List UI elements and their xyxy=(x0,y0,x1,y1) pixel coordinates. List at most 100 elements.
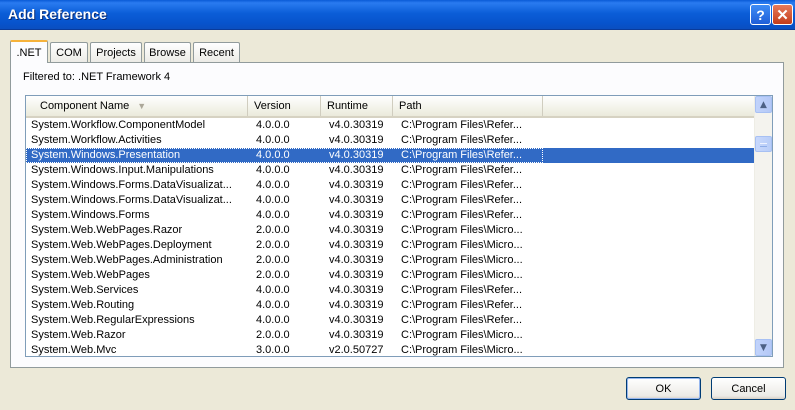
scroll-up-button[interactable]: ▲ xyxy=(755,96,772,113)
column-header-runtime[interactable]: Runtime xyxy=(321,96,393,116)
path-cell: C:\Program Files\Micro... xyxy=(401,344,523,356)
version-cell: 2.0.0.0 xyxy=(256,329,290,341)
runtime-cell: v4.0.30319 xyxy=(329,119,384,131)
chevron-down-icon: ▼ xyxy=(760,342,767,353)
ok-button[interactable]: OK xyxy=(626,377,701,400)
component-name-cell: System.Web.Mvc xyxy=(31,344,117,356)
tab-recent[interactable]: Recent xyxy=(193,42,240,62)
list-item[interactable]: System.Windows.Presentation 4.0.0.0 v4.0.3… xyxy=(26,148,756,163)
tab-panel-dotnet: Filtered to: .NET Framework 4 Component … xyxy=(10,62,784,368)
path-cell: C:\Program Files\Refer... xyxy=(401,164,523,176)
component-name-cell: System.Web.WebPages xyxy=(31,269,150,281)
list-item[interactable]: System.Web.WebPages.Administration 2.0.0.… xyxy=(26,253,756,268)
scroll-down-button[interactable]: ▼ xyxy=(755,339,772,356)
component-name-cell: System.Web.Services xyxy=(31,284,139,296)
component-name-cell: System.Web.RegularExpressions xyxy=(31,314,195,326)
component-name-cell: System.Windows.Forms.DataVisualizat... xyxy=(31,194,232,206)
version-cell: 4.0.0.0 xyxy=(256,284,290,296)
column-header-path[interactable]: Path xyxy=(393,96,543,116)
path-cell: C:\Program Files\Refer... xyxy=(401,119,523,131)
sort-descending-icon: ▼ xyxy=(137,101,147,111)
list-item[interactable]: System.Windows.Input.Manipulations 4.0.0.… xyxy=(26,163,756,178)
component-name-cell: System.Windows.Forms.DataVisualizat... xyxy=(31,179,232,191)
dialog-title: Add Reference xyxy=(8,6,107,22)
path-cell: C:\Program Files\Micro... xyxy=(401,269,523,281)
tab-com[interactable]: COM xyxy=(50,42,88,62)
component-name-cell: System.Workflow.Activities xyxy=(31,134,162,146)
component-name-cell: System.Web.Razor xyxy=(31,329,126,341)
help-button[interactable]: ? xyxy=(750,4,771,25)
path-cell: C:\Program Files\Micro... xyxy=(401,224,523,236)
runtime-cell: v4.0.30319 xyxy=(329,164,384,176)
runtime-cell: v4.0.30319 xyxy=(329,134,384,146)
scroll-thumb[interactable] xyxy=(755,136,772,152)
path-cell: C:\Program Files\Refer... xyxy=(401,179,523,191)
version-cell: 4.0.0.0 xyxy=(256,149,290,161)
tab-projects[interactable]: Projects xyxy=(90,42,142,62)
runtime-cell: v2.0.50727 xyxy=(329,344,384,356)
path-cell: C:\Program Files\Micro... xyxy=(401,254,523,266)
runtime-cell: v4.0.30319 xyxy=(329,224,384,236)
runtime-cell: v4.0.30319 xyxy=(329,254,384,266)
list-item[interactable]: System.Web.RegularExpressions 4.0.0.0 v4.0… xyxy=(26,313,756,328)
runtime-cell: v4.0.30319 xyxy=(329,194,384,206)
list-item[interactable]: System.Windows.Forms 4.0.0.0 v4.0.30319 C:\… xyxy=(26,208,756,223)
path-cell: C:\Program Files\Refer... xyxy=(401,149,523,161)
component-name-cell: System.Workflow.ComponentModel xyxy=(31,119,206,131)
path-cell: C:\Program Files\Refer... xyxy=(401,209,523,221)
runtime-cell: v4.0.30319 xyxy=(329,299,384,311)
runtime-cell: v4.0.30319 xyxy=(329,329,384,341)
list-item[interactable]: System.Windows.Forms.DataVisualizat... 4.… xyxy=(26,178,756,193)
runtime-cell: v4.0.30319 xyxy=(329,239,384,251)
list-item[interactable]: System.Web.WebPages.Razor 2.0.0.0 v4.0.303… xyxy=(26,223,756,238)
version-cell: 4.0.0.0 xyxy=(256,314,290,326)
component-name-cell: System.Windows.Forms xyxy=(31,209,150,221)
list-item[interactable]: System.Web.WebPages.Deployment 2.0.0.0 v4.… xyxy=(26,238,756,253)
list-item[interactable]: System.Web.Routing 4.0.0.0 v4.0.30319 C:\Pr… xyxy=(26,298,756,313)
path-cell: C:\Program Files\Micro... xyxy=(401,239,523,251)
component-name-cell: System.Web.WebPages.Razor xyxy=(31,224,183,236)
cancel-button[interactable]: Cancel xyxy=(711,377,786,400)
path-cell: C:\Program Files\Refer... xyxy=(401,284,523,296)
list-item[interactable]: System.Web.WebPages 2.0.0.0 v4.0.30319 C:\P… xyxy=(26,268,756,283)
version-cell: 4.0.0.0 xyxy=(256,209,290,221)
path-cell: C:\Program Files\Refer... xyxy=(401,194,523,206)
runtime-cell: v4.0.30319 xyxy=(329,179,384,191)
title-bar[interactable]: Add Reference ? ✕ xyxy=(0,0,795,30)
column-header-component-name[interactable]: Component Name ▼ xyxy=(26,96,248,116)
tab-dotnet[interactable]: .NET xyxy=(10,40,48,63)
list-rows: System.Workflow.ComponentModel 4.0.0.0 v4.… xyxy=(26,118,756,356)
list-item[interactable]: System.Workflow.Activities 4.0.0.0 v4.0.30… xyxy=(26,133,756,148)
vertical-scrollbar[interactable]: ▲ ▼ xyxy=(754,96,772,356)
version-cell: 4.0.0.0 xyxy=(256,179,290,191)
filter-label: Filtered to: .NET Framework 4 xyxy=(23,71,171,83)
close-icon: ✕ xyxy=(776,6,789,24)
version-cell: 2.0.0.0 xyxy=(256,224,290,236)
close-button[interactable]: ✕ xyxy=(772,4,793,25)
list-item[interactable]: System.Workflow.ComponentModel 4.0.0.0 v4.… xyxy=(26,118,756,133)
runtime-cell: v4.0.30319 xyxy=(329,209,384,221)
component-list[interactable]: Component Name ▼ Version Runtime Path Sys… xyxy=(25,95,773,357)
component-name-cell: System.Web.Routing xyxy=(31,299,135,311)
list-item[interactable]: System.Web.Razor 2.0.0.0 v4.0.30319 C:\Prog… xyxy=(26,328,756,343)
version-cell: 4.0.0.0 xyxy=(256,134,290,146)
version-cell: 4.0.0.0 xyxy=(256,299,290,311)
path-cell: C:\Program Files\Refer... xyxy=(401,314,523,326)
column-header-version[interactable]: Version xyxy=(248,96,321,116)
version-cell: 2.0.0.0 xyxy=(256,254,290,266)
runtime-cell: v4.0.30319 xyxy=(329,314,384,326)
path-cell: C:\Program Files\Refer... xyxy=(401,299,523,311)
version-cell: 4.0.0.0 xyxy=(256,119,290,131)
column-header-label: Component Name xyxy=(40,100,130,112)
version-cell: 4.0.0.0 xyxy=(256,164,290,176)
list-item[interactable]: System.Windows.Forms.DataVisualizat... 4.… xyxy=(26,193,756,208)
tab-browse[interactable]: Browse xyxy=(144,42,191,62)
path-cell: C:\Program Files\Refer... xyxy=(401,134,523,146)
version-cell: 3.0.0.0 xyxy=(256,344,290,356)
chevron-up-icon: ▲ xyxy=(760,99,767,110)
list-item[interactable]: System.Web.Mvc 3.0.0.0 v2.0.50727 C:\Progra… xyxy=(26,343,756,356)
list-item[interactable]: System.Web.Services 4.0.0.0 v4.0.30319 C:\P… xyxy=(26,283,756,298)
list-header: Component Name ▼ Version Runtime Path xyxy=(26,96,756,118)
version-cell: 2.0.0.0 xyxy=(256,239,290,251)
runtime-cell: v4.0.30319 xyxy=(329,149,384,161)
